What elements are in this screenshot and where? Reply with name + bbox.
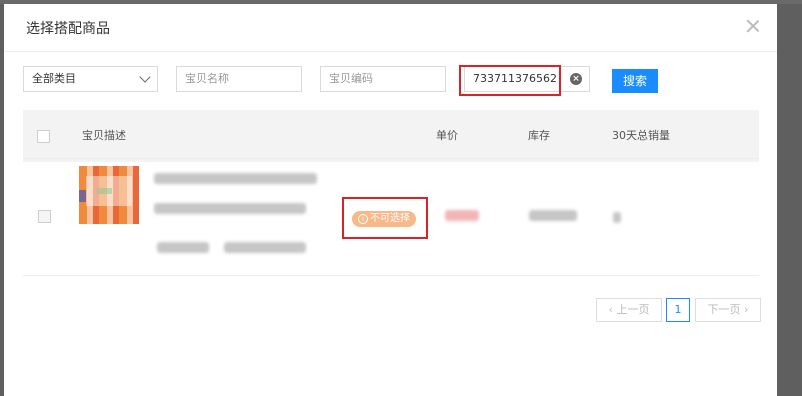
category-select-value: 全部类目 [32, 72, 76, 85]
search-button[interactable]: 搜索 [612, 69, 658, 93]
product-code-placeholder: 宝贝编码 [329, 72, 373, 85]
prev-page-label: 上一页 [616, 303, 650, 316]
row-divider-bottom [23, 275, 759, 276]
table-header: 宝贝描述 单价 库存 30天总销量 [23, 110, 759, 162]
page-1-button[interactable]: 1 [666, 298, 690, 322]
badge-highlight [342, 197, 428, 239]
product-name-placeholder: 宝贝名称 [185, 72, 229, 85]
close-icon[interactable] [745, 18, 761, 34]
header-stock: 库存 [528, 129, 550, 142]
stock-blurred [529, 210, 577, 221]
sales-blurred [613, 212, 621, 223]
product-title-blurred [157, 242, 209, 253]
prev-page-button[interactable]: ‹ 上一页 [596, 298, 662, 322]
product-name-input[interactable]: 宝贝名称 [176, 66, 302, 92]
category-select[interactable]: 全部类目 [23, 66, 158, 92]
next-page-button[interactable]: 下一页 › [695, 298, 761, 322]
product-title-blurred [154, 203, 306, 214]
clear-icon[interactable]: × [570, 73, 582, 85]
header-description: 宝贝描述 [82, 129, 126, 142]
next-page-label: 下一页 [707, 303, 741, 316]
header-sales: 30天总销量 [612, 129, 670, 142]
select-product-modal: 选择搭配商品 全部类目 宝贝名称 宝贝编码 733711376562 × 搜索 … [4, 4, 777, 396]
product-title-blurred [224, 242, 306, 253]
product-title-blurred [154, 173, 317, 184]
thumbnail-overlay [86, 176, 132, 206]
modal-title: 选择搭配商品 [26, 21, 110, 37]
product-code-input[interactable]: 宝贝编码 [320, 66, 446, 92]
chevron-down-icon [139, 71, 151, 83]
row-checkbox [38, 210, 51, 223]
title-divider [4, 51, 777, 52]
header-price: 单价 [436, 129, 458, 142]
select-all-checkbox[interactable] [37, 130, 50, 143]
id-input-highlight [459, 65, 561, 96]
price-blurred [445, 210, 479, 221]
row-divider-top [23, 158, 759, 159]
